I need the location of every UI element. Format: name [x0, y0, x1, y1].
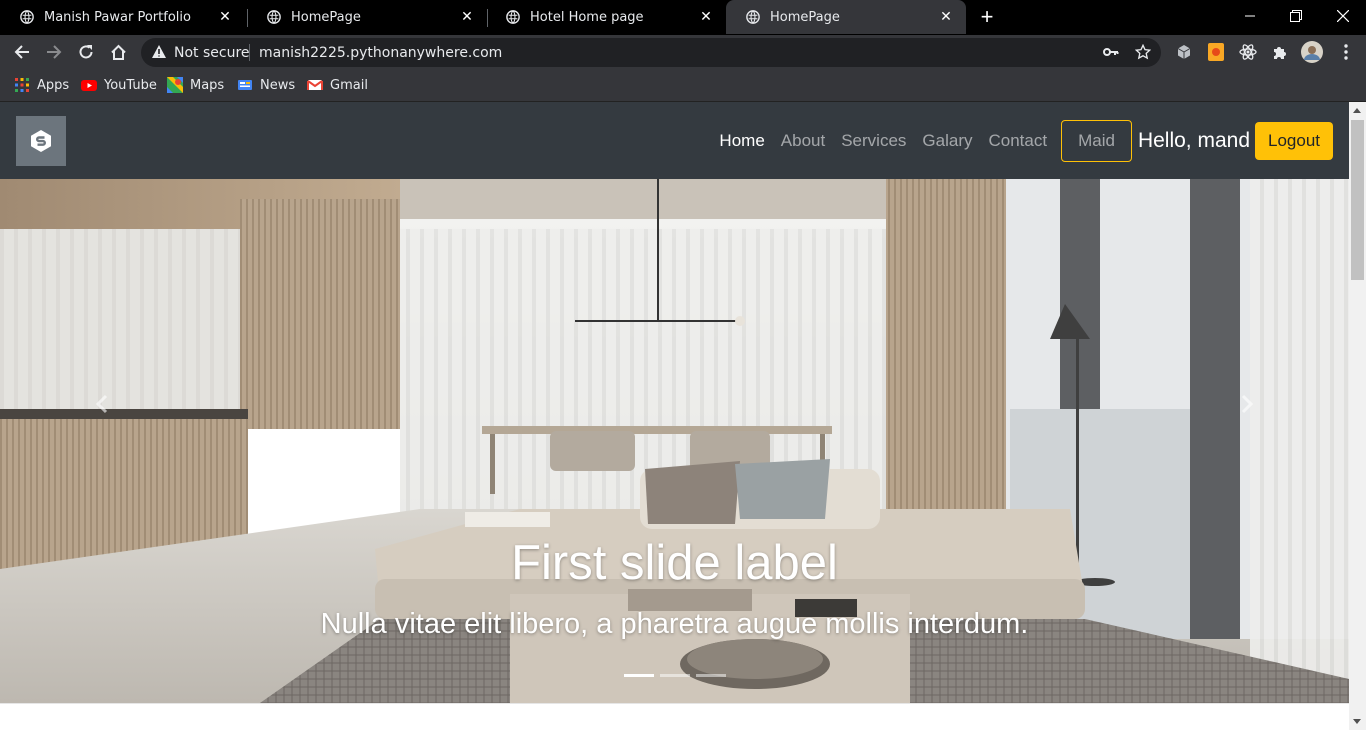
bookmark-news[interactable]: News [237, 77, 295, 93]
new-tab-button[interactable]: + [976, 6, 998, 28]
nav-contact[interactable]: Contact [980, 131, 1055, 151]
carousel-next-control[interactable] [1227, 384, 1267, 424]
globe-icon [506, 10, 520, 24]
close-icon[interactable]: ✕ [938, 9, 954, 25]
tab-title: HomePage [291, 9, 361, 25]
close-window-button[interactable] [1320, 0, 1366, 32]
carousel-indicators [0, 674, 1349, 677]
bookmark-gmail[interactable]: Gmail [307, 77, 368, 93]
minimize-icon [1245, 15, 1255, 17]
bookmark-label: YouTube [104, 77, 157, 93]
close-icon[interactable]: ✕ [459, 9, 475, 25]
site-navbar: Home About Services Galary Contact Maid … [0, 102, 1349, 179]
tab-1[interactable]: Manish Pawar Portfolio ✕ [0, 0, 245, 34]
bookmark-youtube[interactable]: YouTube [81, 77, 157, 93]
slide-caption-text: Nulla vitae elit libero, a pharetra augu… [320, 608, 1029, 640]
bookmark-label: Apps [37, 77, 70, 93]
apps-grid-icon [15, 78, 29, 92]
nav-galary[interactable]: Galary [914, 131, 980, 151]
nav-home[interactable]: Home [711, 131, 772, 151]
key-icon[interactable] [1103, 46, 1119, 58]
address-bar[interactable]: Not secure manish2225.pythonanywhere.com [141, 38, 1161, 67]
kebab-menu-icon[interactable] [1337, 43, 1355, 61]
bookmark-maps[interactable]: Maps [167, 77, 224, 93]
page-content-below-carousel [0, 703, 1349, 730]
tab-title: HomePage [770, 9, 840, 25]
user-greeting: Hello, mand [1137, 129, 1250, 152]
hero-carousel: First slide label Nulla vitae elit liber… [0, 179, 1349, 703]
tab-3[interactable]: Hotel Home page ✕ [486, 0, 726, 34]
bookmarks-bar: Apps YouTube Maps News Gmail [0, 70, 1366, 102]
slide-caption-title: First slide label [511, 536, 838, 590]
bookmark-label: News [260, 77, 296, 93]
nav-services[interactable]: Services [833, 131, 914, 151]
youtube-icon [81, 80, 97, 91]
warning-icon [152, 45, 166, 58]
tab-title: Hotel Home page [530, 9, 644, 25]
back-button[interactable] [9, 39, 35, 65]
tab-4-active[interactable]: HomePage ✕ [726, 0, 966, 34]
bookmark-label: Maps [190, 77, 225, 93]
bookmark-label: Gmail [330, 77, 368, 93]
globe-icon [20, 10, 34, 24]
scroll-up-arrow-icon[interactable] [1353, 108, 1361, 113]
restore-icon [1290, 10, 1302, 22]
url-text[interactable]: manish2225.pythonanywhere.com [259, 45, 502, 61]
page-scrollbar[interactable] [1349, 102, 1366, 730]
minimize-button[interactable] [1227, 0, 1273, 32]
hexagon-logo-icon [31, 130, 51, 152]
close-icon[interactable]: ✕ [217, 9, 233, 25]
tab-title: Manish Pawar Portfolio [44, 9, 191, 25]
security-label[interactable]: Not secure [174, 45, 250, 61]
nav-links: Home About Services Galary Contact Maid … [711, 120, 1333, 162]
page-viewport: Home About Services Galary Contact Maid … [0, 102, 1349, 730]
carousel-indicator-1[interactable] [623, 674, 654, 677]
restore-button[interactable] [1273, 0, 1319, 32]
profile-avatar-icon[interactable] [1301, 41, 1323, 63]
chevron-left-icon [95, 394, 108, 414]
close-icon[interactable]: ✕ [698, 9, 714, 25]
omnibox-divider [249, 44, 250, 61]
globe-icon [746, 10, 760, 24]
maps-icon [167, 77, 183, 93]
reload-icon [79, 45, 93, 59]
chevron-right-icon [1241, 394, 1254, 414]
maid-button[interactable]: Maid [1061, 120, 1132, 162]
browser-toolbar: Not secure manish2225.pythonanywhere.com [0, 35, 1366, 70]
logout-button[interactable]: Logout [1255, 122, 1333, 160]
arrow-right-icon [47, 45, 62, 59]
carousel-indicator-3[interactable] [695, 674, 726, 677]
home-icon [110, 44, 126, 60]
globe-icon [267, 10, 281, 24]
carousel-prev-control[interactable] [82, 384, 122, 424]
carousel-indicator-2[interactable] [659, 674, 690, 677]
cube-extension-icon[interactable] [1175, 43, 1193, 61]
star-icon[interactable] [1135, 44, 1151, 60]
scroll-down-arrow-icon[interactable] [1353, 719, 1361, 724]
home-button[interactable] [105, 39, 131, 65]
gmail-icon [307, 80, 323, 90]
bookmark-apps[interactable]: Apps [14, 77, 69, 93]
puzzle-extensions-icon[interactable] [1271, 43, 1289, 61]
news-icon [238, 80, 252, 90]
reload-button[interactable] [73, 39, 99, 65]
scroll-thumb[interactable] [1351, 120, 1364, 280]
arrow-left-icon [14, 45, 29, 59]
react-atom-icon[interactable] [1239, 43, 1257, 61]
brand-logo[interactable] [16, 116, 66, 166]
nav-about[interactable]: About [773, 131, 833, 151]
forward-button[interactable] [41, 39, 67, 65]
orange-extension-icon[interactable] [1207, 43, 1225, 61]
tab-strip: Manish Pawar Portfolio ✕ HomePage ✕ Hote… [0, 0, 1366, 35]
tab-2[interactable]: HomePage ✕ [247, 0, 487, 34]
close-icon [1337, 10, 1349, 22]
